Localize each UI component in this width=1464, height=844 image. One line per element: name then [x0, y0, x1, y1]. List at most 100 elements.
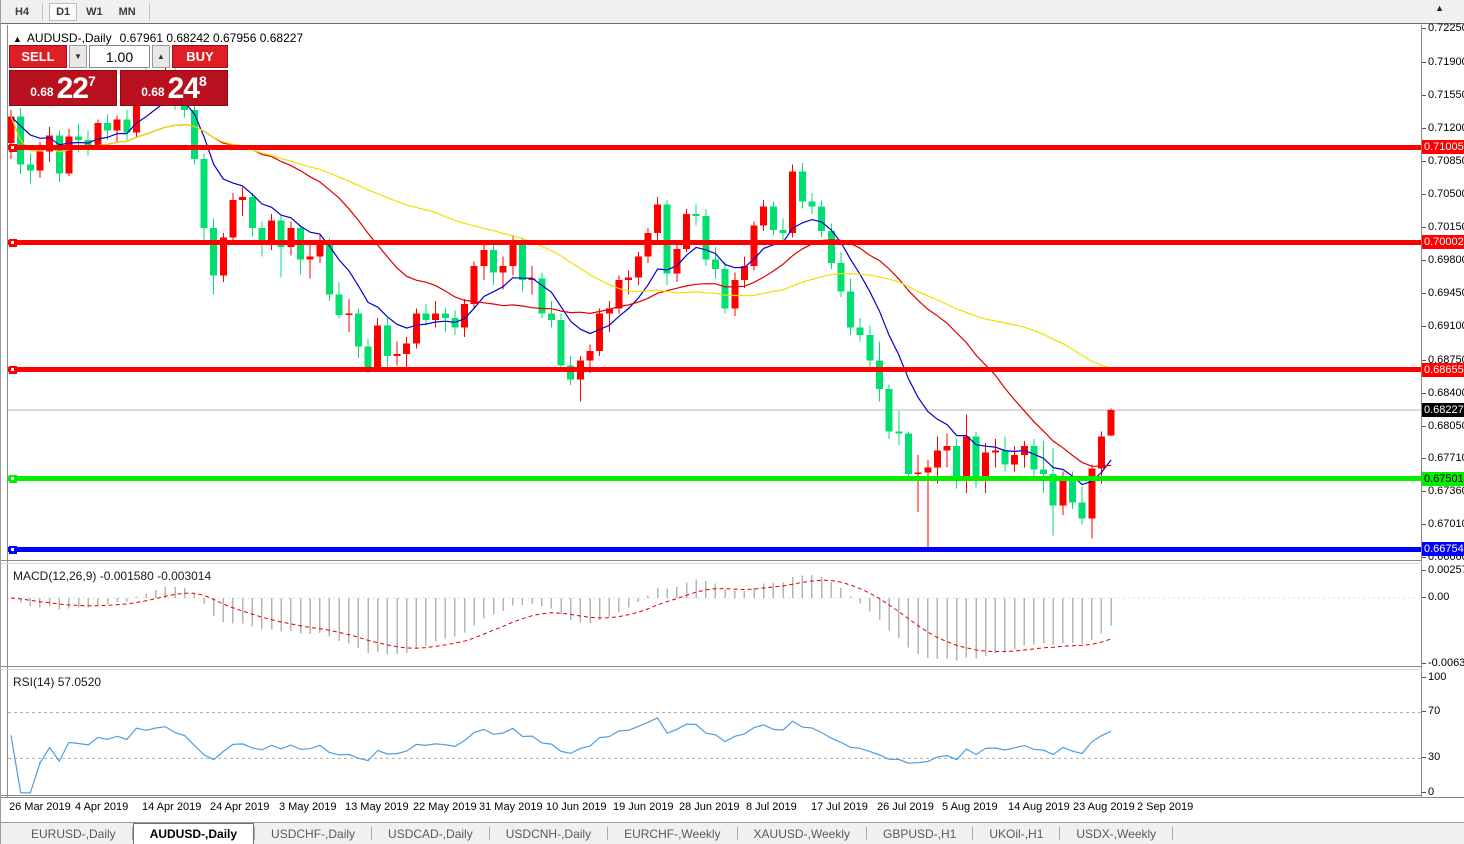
triangle-up-icon: ▲: [157, 52, 165, 61]
collapse-expand-icon[interactable]: ▲: [13, 34, 22, 44]
timeframe-button-mn[interactable]: MN: [112, 3, 143, 21]
timeframe-button-d1[interactable]: D1: [49, 2, 78, 21]
rsi-label: RSI(14) 57.0520: [13, 675, 102, 689]
buy-price-small: 0.68: [141, 85, 165, 99]
macd-axis-tick: 0.00: [1422, 591, 1449, 605]
chart-symbol: AUDUSD-,Daily: [26, 31, 112, 45]
chart-tab-gbpusd[interactable]: GBPUSD-,H1: [867, 823, 972, 844]
price-tick: 0.67710: [1422, 452, 1464, 466]
volume-increase-button[interactable]: ▲: [152, 45, 170, 68]
rsi-axis-tick: 70: [1422, 705, 1440, 719]
terminal-window: H4 D1 W1 MN ▲ ▲ AUDUSD-,Daily 0.67961 0.68242…: [0, 0, 1464, 844]
price-line-label: 0.71005: [1422, 140, 1464, 154]
chart-tab-eurchf[interactable]: EURCHF-,Weekly: [608, 823, 736, 844]
date-tick-label: 26 Mar 2019: [9, 801, 71, 813]
sell-price-sup: 7: [87, 73, 96, 89]
horizontal-line-0.68655[interactable]: [8, 365, 1421, 374]
rsi-axis-tick: 0: [1422, 786, 1434, 800]
timeframe-button-h4[interactable]: H4: [8, 3, 36, 21]
chart-tab-usdchf[interactable]: USDCHF-,Daily: [255, 823, 371, 844]
date-tick-label: 19 Jun 2019: [613, 801, 674, 813]
buy-price-sup: 8: [198, 73, 207, 89]
date-tick-label: 28 Jun 2019: [679, 801, 740, 813]
timeframe-button-w1[interactable]: W1: [79, 3, 110, 21]
panel-splitter[interactable]: [1, 560, 1464, 561]
chart-title: ▲ AUDUSD-,Daily 0.67961 0.68242 0.67956 0.…: [13, 31, 303, 45]
price-tick: 0.68400: [1422, 387, 1464, 401]
price-tick: 0.71550: [1422, 89, 1464, 103]
chart-tab-ukoil[interactable]: UKOil-,H1: [973, 823, 1059, 844]
horizontal-line-0.70002[interactable]: [8, 238, 1421, 247]
date-tick-label: 4 Apr 2019: [75, 801, 129, 813]
horizontal-line-0.66754[interactable]: [8, 545, 1421, 554]
chart-tab-bar: EURUSD-,Daily AUDUSD-,Daily USDCHF-,Daily U…: [1, 822, 1464, 844]
price-tick: 0.69450: [1422, 287, 1464, 301]
price-axis[interactable]: 0.71005 0.70002 0.68655 0.67501 0.66754 0.682…: [1422, 22, 1464, 800]
line-anchor-marker: [9, 365, 17, 374]
price-tick: 0.69800: [1422, 254, 1464, 268]
sell-price-big: 22: [56, 71, 89, 105]
macd-axis-tick: 0.002574: [1422, 564, 1464, 578]
price-tick: 0.69100: [1422, 320, 1464, 334]
panel-splitter: [1, 795, 1464, 796]
date-tick-label: 17 Jul 2019: [811, 801, 868, 813]
chart-tab-usdcnh[interactable]: USDCNH-,Daily: [490, 823, 607, 844]
rsi-indicator-chart[interactable]: [8, 672, 1421, 795]
buy-price-big: 24: [167, 71, 200, 105]
sell-price-small: 0.68: [30, 85, 54, 99]
price-tick: 0.70500: [1422, 188, 1464, 202]
price-line-label: 0.66754: [1422, 542, 1464, 556]
sell-price-tile[interactable]: 0.68 22 7: [9, 70, 117, 106]
chart-tab-usdcad[interactable]: USDCAD-,Daily: [372, 823, 489, 844]
rsi-axis-tick: 100: [1422, 671, 1446, 685]
price-tick: 0.71900: [1422, 56, 1464, 70]
horizontal-line-0.71005[interactable]: [8, 143, 1421, 152]
date-tick-label: 3 May 2019: [279, 801, 337, 813]
price-tick: 0.67360: [1422, 485, 1464, 499]
macd-indicator-chart[interactable]: [8, 566, 1421, 666]
date-tick-label: 22 May 2019: [413, 801, 477, 813]
buy-button[interactable]: BUY: [172, 45, 228, 68]
window-expand-icon[interactable]: ▲: [1435, 3, 1444, 13]
chart-tab-usdx[interactable]: USDX-,Weekly: [1060, 823, 1172, 844]
date-axis[interactable]: 26 Mar 2019 4 Apr 2019 14 Apr 2019 24 Apr 2…: [1, 798, 1464, 821]
horizontal-line-0.67501[interactable]: [8, 474, 1421, 483]
date-tick-label: 13 May 2019: [345, 801, 409, 813]
date-tick-label: 23 Aug 2019: [1073, 801, 1135, 813]
macd-main-value: -0.001580: [99, 569, 154, 583]
line-anchor-marker: [9, 238, 17, 247]
chart-ohlc-values: 0.67961 0.68242 0.67956 0.68227: [119, 31, 304, 45]
price-line-label: 0.70002: [1422, 235, 1464, 249]
panel-splitter[interactable]: [1, 666, 1464, 667]
date-tick-label: 14 Aug 2019: [1008, 801, 1070, 813]
macd-label: MACD(12,26,9) -0.001580 -0.003014: [13, 569, 212, 583]
price-tick: 0.72250: [1422, 22, 1464, 36]
line-anchor-marker: [9, 143, 17, 152]
date-tick-label: 5 Aug 2019: [942, 801, 998, 813]
buy-price-tile[interactable]: 0.68 24 8: [120, 70, 228, 106]
tab-separator: [1172, 827, 1174, 840]
rsi-value: 57.0520: [57, 675, 102, 689]
triangle-down-icon: ▼: [74, 52, 82, 61]
date-tick-label: 31 May 2019: [479, 801, 543, 813]
price-tick: 0.67010: [1422, 518, 1464, 532]
toolbar-separator: [148, 2, 150, 21]
line-anchor-marker: [9, 545, 17, 554]
bid-price-label: 0.68227: [1422, 403, 1464, 417]
volume-input[interactable]: [89, 45, 150, 68]
toolbar-separator: [42, 2, 44, 21]
date-tick-label: 10 Jun 2019: [546, 801, 607, 813]
panel-splitter-lite: [1, 669, 1464, 670]
chart-tab-audusd[interactable]: AUDUSD-,Daily: [132, 823, 255, 844]
rsi-axis-tick: 30: [1422, 751, 1440, 765]
one-click-trading-panel: SELL ▼ ▲ BUY 0.68227 0.68248: [9, 45, 228, 106]
panel-splitter-lite: [1, 563, 1464, 564]
volume-decrease-button[interactable]: ▼: [69, 45, 87, 68]
price-tick: 0.68050: [1422, 420, 1464, 434]
date-tick-label: 24 Apr 2019: [210, 801, 270, 813]
price-tick: 0.70150: [1422, 221, 1464, 235]
line-anchor-marker: [9, 474, 17, 483]
sell-button[interactable]: SELL: [9, 45, 67, 68]
chart-tab-eurusd[interactable]: EURUSD-,Daily: [15, 823, 132, 844]
chart-tab-xauusd[interactable]: XAUUSD-,Weekly: [738, 823, 866, 844]
